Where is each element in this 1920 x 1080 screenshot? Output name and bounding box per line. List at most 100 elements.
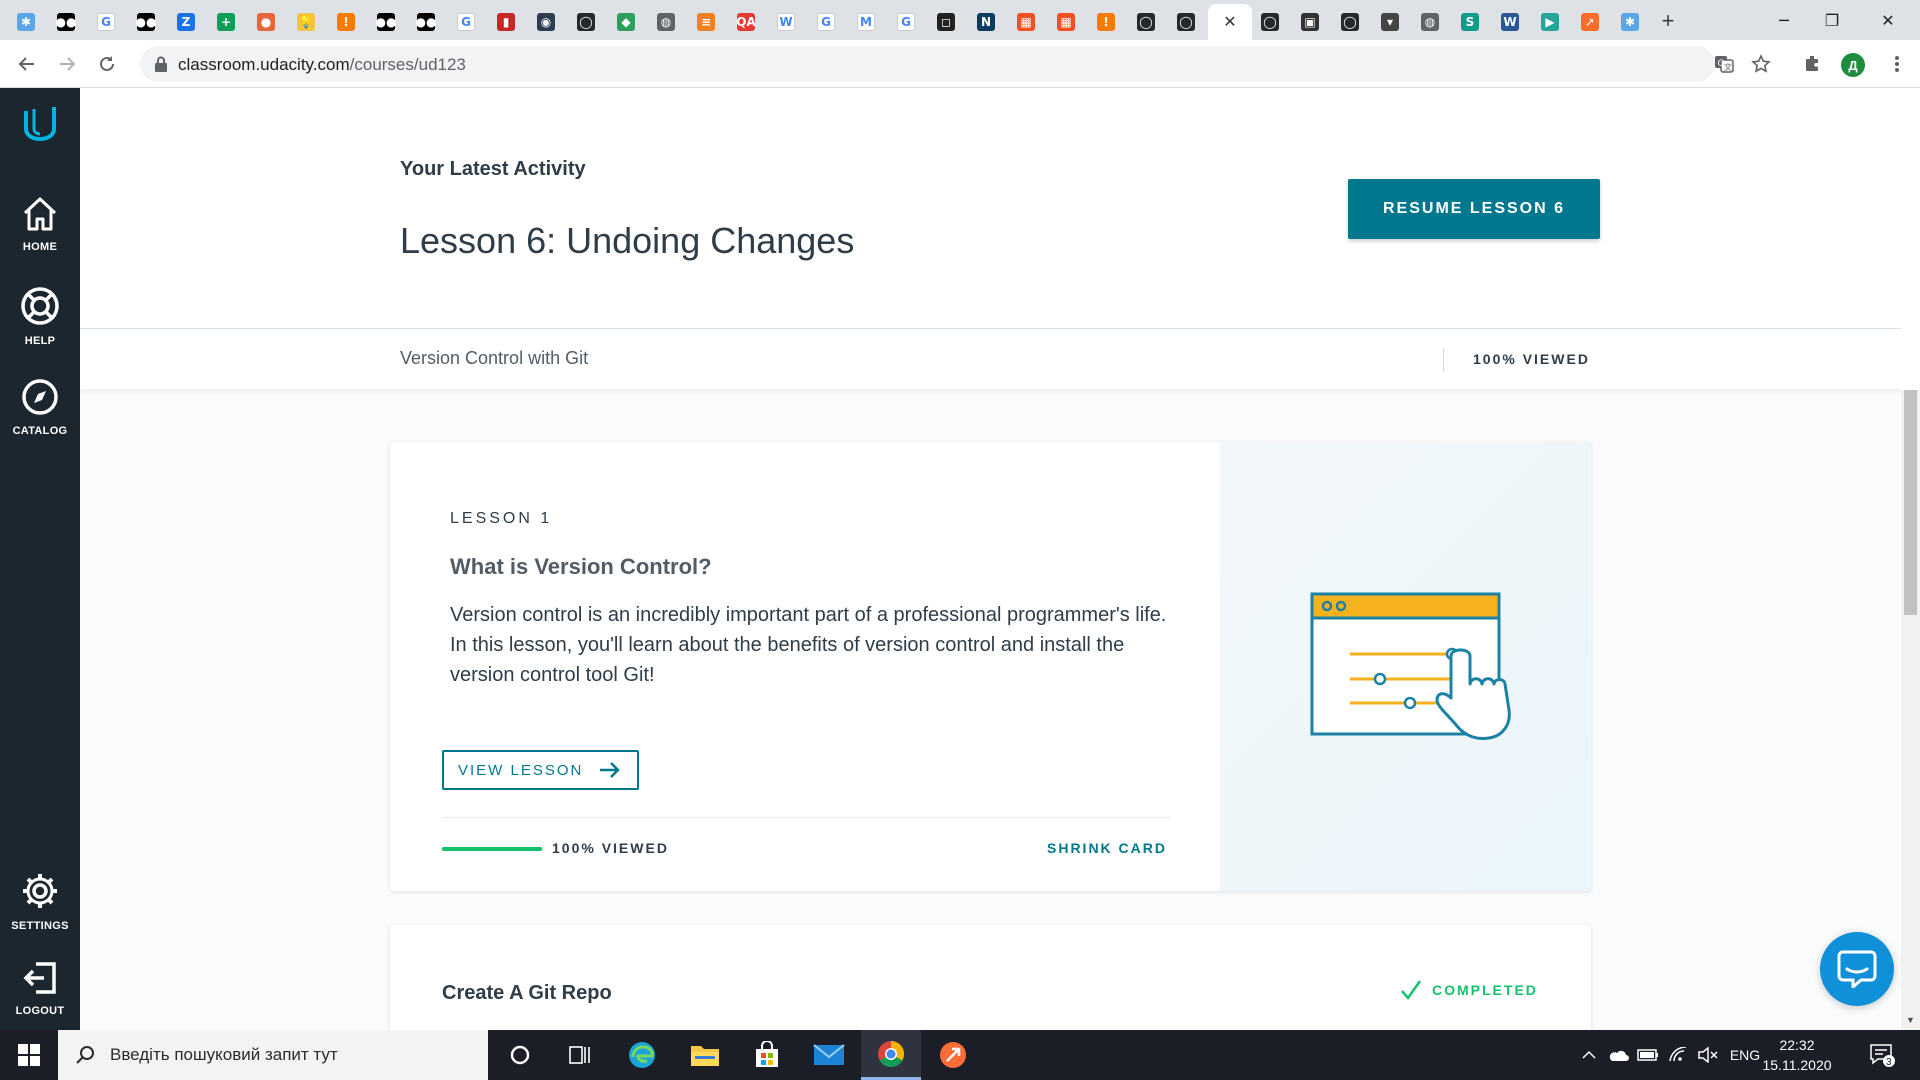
browser-tab[interactable]: W	[1492, 4, 1528, 40]
nav-home-label: HOME	[22, 241, 58, 253]
browser-tab[interactable]: ▾	[1372, 4, 1408, 40]
browser-tab[interactable]: ▶	[1532, 4, 1568, 40]
action-center-button[interactable]: 3	[1862, 1030, 1902, 1080]
file-explorer-app[interactable]	[675, 1030, 735, 1080]
maximize-button[interactable]: ❐	[1808, 0, 1856, 40]
nav-catalog[interactable]: CATALOG	[0, 378, 80, 437]
page-scrollbar[interactable]	[1901, 390, 1920, 1030]
url-path: /courses/ud123	[349, 55, 466, 74]
minimize-button[interactable]: ─	[1760, 0, 1808, 40]
edge-app[interactable]	[612, 1030, 672, 1080]
input-language[interactable]: ENG	[1726, 1030, 1764, 1080]
lesson-card: LESSON 1 What is Version Control? Versio…	[390, 442, 1591, 891]
start-button[interactable]	[0, 1030, 58, 1080]
browser-tab[interactable]: S	[1452, 4, 1488, 40]
tray-overflow-chevron[interactable]	[1576, 1030, 1602, 1080]
clock-time: 22:32	[1779, 1037, 1815, 1053]
browser-tab[interactable]: G	[448, 4, 484, 40]
browser-tab[interactable]: ◯	[1168, 4, 1204, 40]
browser-tab[interactable]: +	[208, 4, 244, 40]
browser-tab[interactable]: QA	[728, 4, 764, 40]
mail-app[interactable]	[799, 1030, 859, 1080]
translate-icon[interactable]: G文	[1712, 52, 1736, 76]
nav-settings[interactable]: SETTINGS	[0, 871, 80, 932]
browser-tab[interactable]: G	[888, 4, 924, 40]
scroll-down-arrow[interactable]: ▼	[1906, 1015, 1915, 1025]
browser-tab[interactable]: ▣	[1292, 4, 1328, 40]
nav-help[interactable]: HELP	[0, 286, 80, 347]
resume-lesson-button[interactable]: RESUME LESSON 6	[1348, 179, 1600, 239]
taskbar-search-input[interactable]: Введіть пошуковий запит тут	[58, 1030, 488, 1080]
lesson-viewed-status: 100% VIEWED	[552, 840, 669, 856]
microsoft-store-app[interactable]	[737, 1030, 797, 1080]
orange-shield-icon: !	[337, 13, 355, 31]
browser-tab[interactable]: ●●	[128, 4, 164, 40]
browser-tab[interactable]: ➚	[1572, 4, 1608, 40]
browser-tab[interactable]: ◍	[648, 4, 684, 40]
browser-tab[interactable]: Z	[168, 4, 204, 40]
browser-tab[interactable]: ●	[248, 4, 284, 40]
browser-tab[interactable]: !	[1088, 4, 1124, 40]
bookmark-star-icon[interactable]	[1749, 52, 1773, 76]
browser-tab[interactable]: ≡	[688, 4, 724, 40]
browser-tab[interactable]: ◯	[1128, 4, 1164, 40]
reload-button[interactable]	[93, 50, 121, 78]
browser-tab[interactable]: ◆	[608, 4, 644, 40]
task-view-button[interactable]	[490, 1030, 550, 1080]
browser-tab[interactable]: ▦	[1008, 4, 1044, 40]
battery-tray[interactable]	[1634, 1030, 1662, 1080]
concept-card[interactable]: Create A Git Repo COMPLETED	[390, 925, 1591, 1030]
browser-tab[interactable]: G	[808, 4, 844, 40]
latest-activity-header: Your Latest Activity Lesson 6: Undoing C…	[80, 88, 1901, 329]
browser-tab[interactable]: ✕	[1208, 4, 1252, 40]
browser-tab[interactable]: ◉	[528, 4, 564, 40]
browser-tab[interactable]: ▮	[488, 4, 524, 40]
shrink-card-button[interactable]: SHRINK CARD	[1047, 840, 1167, 856]
onedrive-tray[interactable]	[1604, 1030, 1632, 1080]
address-bar[interactable]: classroom.udacity.com/courses/ud123 G文	[140, 46, 1771, 82]
browser-tab[interactable]: ◯	[1332, 4, 1368, 40]
udacity-icon: ✱	[1621, 13, 1639, 31]
browser-tab[interactable]: M	[848, 4, 884, 40]
browser-tab[interactable]: ✱	[1612, 4, 1648, 40]
browser-tab[interactable]: G	[88, 4, 124, 40]
browser-tab[interactable]: ◻	[928, 4, 964, 40]
arrow-left-icon	[18, 57, 34, 71]
back-button[interactable]	[13, 50, 41, 78]
view-lesson-button[interactable]: VIEW LESSON	[442, 750, 639, 790]
browser-tab[interactable]: ●●	[48, 4, 84, 40]
wifi-tray[interactable]	[1664, 1030, 1692, 1080]
browser-tab[interactable]: ▦	[1048, 4, 1084, 40]
chrome-app[interactable]	[861, 1030, 921, 1080]
browser-tab[interactable]: ✱	[8, 4, 44, 40]
browser-menu-icon[interactable]	[1885, 52, 1909, 76]
browser-tab[interactable]: ●●	[368, 4, 404, 40]
task-switcher-button[interactable]	[550, 1030, 610, 1080]
chat-launcher-button[interactable]	[1820, 932, 1894, 1006]
browser-tab[interactable]: ◍	[1412, 4, 1448, 40]
new-tab-button[interactable]: +	[1655, 8, 1681, 34]
browser-tab[interactable]: 💡	[288, 4, 324, 40]
forward-button[interactable]	[53, 50, 81, 78]
extensions-icon[interactable]	[1800, 52, 1824, 76]
browser-tab[interactable]: ●●	[408, 4, 444, 40]
browser-tab[interactable]: ◯	[1252, 4, 1288, 40]
scrollbar-thumb[interactable]	[1904, 390, 1917, 615]
speaker-muted-icon	[1698, 1047, 1718, 1063]
volume-tray[interactable]	[1694, 1030, 1722, 1080]
svg-text:文: 文	[1724, 62, 1732, 72]
chrome-icon	[878, 1040, 905, 1067]
github-icon: ◯	[1261, 13, 1279, 31]
browser-tab[interactable]: W	[768, 4, 804, 40]
udacity-logo[interactable]	[0, 103, 80, 152]
system-clock[interactable]: 22:32 15.11.2020	[1762, 1035, 1832, 1075]
close-window-button[interactable]: ✕	[1864, 0, 1912, 40]
nav-home[interactable]: HOME	[0, 196, 80, 253]
profile-avatar[interactable]: Д	[1841, 53, 1865, 77]
browser-tab[interactable]: N	[968, 4, 1004, 40]
postman-app[interactable]	[923, 1030, 983, 1080]
browser-tab[interactable]: !	[328, 4, 364, 40]
nav-logout[interactable]: LOGOUT	[0, 960, 80, 1017]
close-tab-icon[interactable]: ✕	[1223, 12, 1236, 32]
browser-tab[interactable]: ◯	[568, 4, 604, 40]
